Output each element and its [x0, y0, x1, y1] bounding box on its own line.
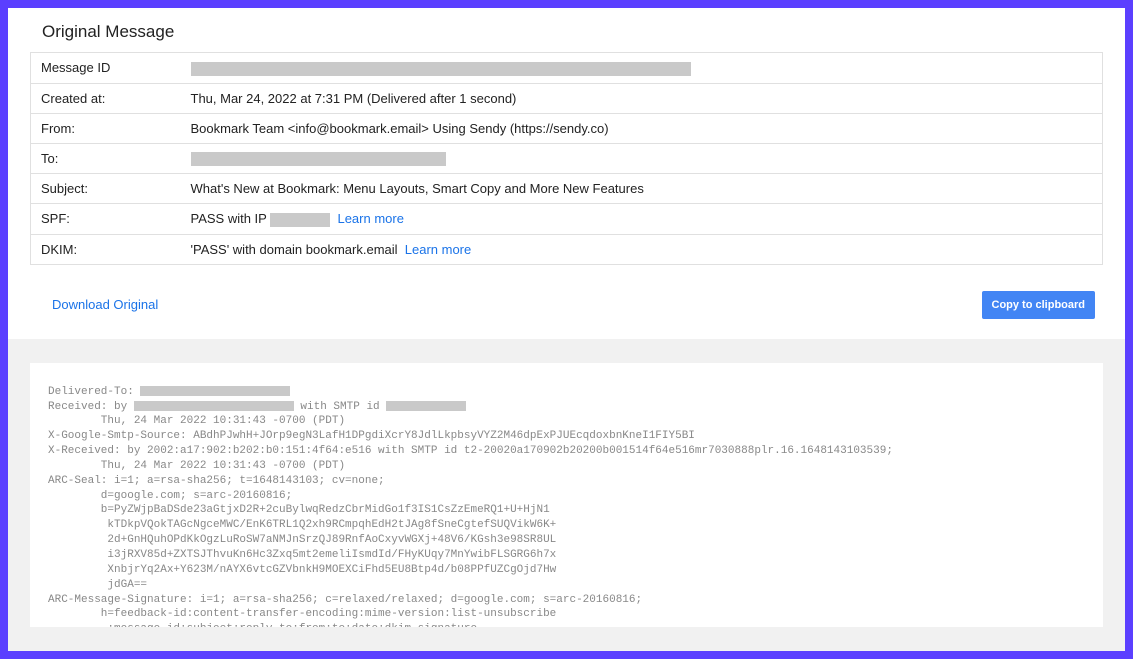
value-dkim: 'PASS' with domain bookmark.email Learn … [181, 234, 1103, 264]
row-message-id: Message ID [31, 53, 1103, 84]
redacted-message-id [191, 62, 691, 76]
download-original-link[interactable]: Download Original [52, 297, 158, 312]
raw-container: Delivered-To: Received: by with SMTP id … [30, 363, 1103, 627]
raw-section: Delivered-To: Received: by with SMTP id … [8, 339, 1125, 651]
redacted-received-by [134, 401, 294, 411]
redacted-spf-ip [270, 213, 330, 227]
label-spf: SPF: [31, 204, 181, 235]
upper-section: Original Message Message ID Created at: … [8, 8, 1125, 339]
redacted-to [191, 152, 446, 166]
value-message-id [181, 53, 1103, 84]
label-from: From: [31, 113, 181, 143]
raw-headers: Delivered-To: Received: by with SMTP id … [48, 385, 1085, 627]
label-to: To: [31, 143, 181, 174]
label-dkim: DKIM: [31, 234, 181, 264]
redacted-delivered-to [140, 386, 290, 396]
copy-to-clipboard-button[interactable]: Copy to clipboard [982, 291, 1096, 319]
actions-row: Download Original Copy to clipboard [30, 265, 1103, 319]
value-from: Bookmark Team <info@bookmark.email> Usin… [181, 113, 1103, 143]
value-subject: What's New at Bookmark: Menu Layouts, Sm… [181, 174, 1103, 204]
value-to [181, 143, 1103, 174]
redacted-smtp-id [386, 401, 466, 411]
row-created: Created at: Thu, Mar 24, 2022 at 7:31 PM… [31, 83, 1103, 113]
row-to: To: [31, 143, 1103, 174]
window: Original Message Message ID Created at: … [8, 8, 1125, 651]
spf-learn-more-link[interactable]: Learn more [337, 211, 403, 226]
label-subject: Subject: [31, 174, 181, 204]
label-created: Created at: [31, 83, 181, 113]
spf-text: PASS with IP [191, 211, 271, 226]
row-from: From: Bookmark Team <info@bookmark.email… [31, 113, 1103, 143]
row-subject: Subject: What's New at Bookmark: Menu La… [31, 174, 1103, 204]
row-dkim: DKIM: 'PASS' with domain bookmark.email … [31, 234, 1103, 264]
value-spf: PASS with IP Learn more [181, 204, 1103, 235]
page-title: Original Message [42, 22, 1103, 42]
row-spf: SPF: PASS with IP Learn more [31, 204, 1103, 235]
value-created: Thu, Mar 24, 2022 at 7:31 PM (Delivered … [181, 83, 1103, 113]
dkim-learn-more-link[interactable]: Learn more [405, 242, 471, 257]
dkim-text: 'PASS' with domain bookmark.email [191, 242, 398, 257]
label-message-id: Message ID [31, 53, 181, 84]
message-meta-table: Message ID Created at: Thu, Mar 24, 2022… [30, 52, 1103, 265]
